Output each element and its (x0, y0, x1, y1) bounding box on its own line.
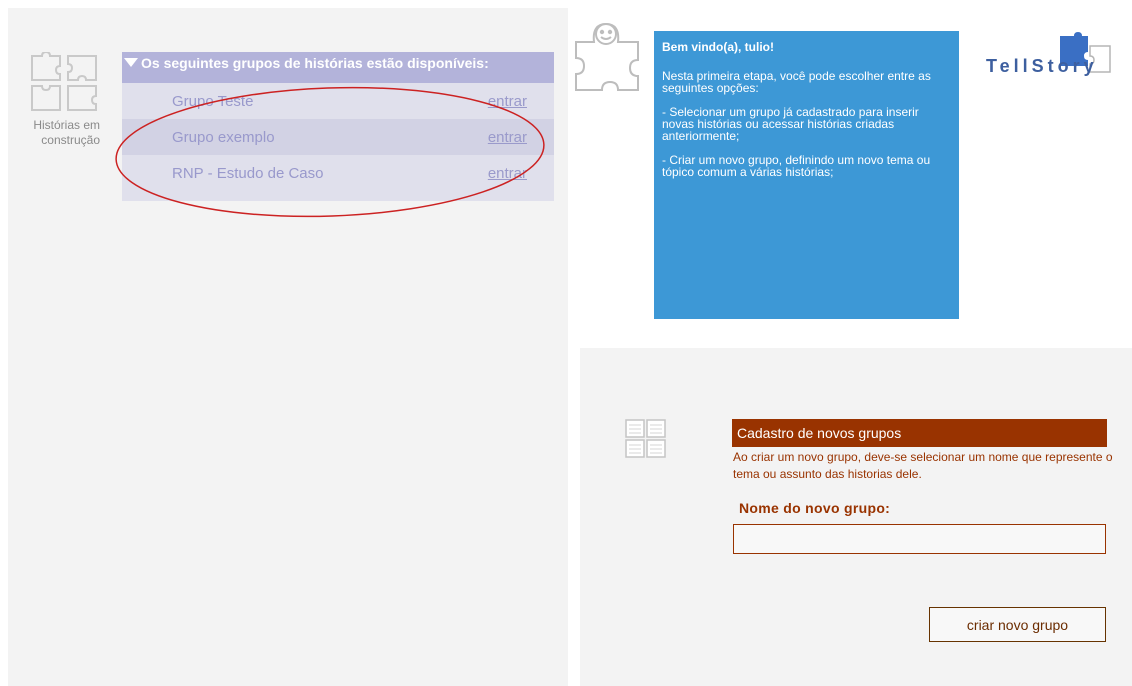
logo-text: TellStory (986, 56, 1098, 76)
group-name: Grupo Teste (172, 93, 254, 110)
group-row: Grupo Teste entrar (122, 83, 554, 119)
groups-list: Os seguintes grupos de histórias estão d… (122, 52, 554, 201)
group-enter-link[interactable]: entrar (488, 93, 527, 110)
groups-header: Os seguintes grupos de histórias estão d… (122, 52, 554, 83)
cadastro-title: Cadastro de novos grupos (732, 419, 1107, 447)
group-name-label: Nome do novo grupo: (739, 500, 891, 516)
group-name: Grupo exemplo (172, 129, 275, 146)
groups-header-label: Os seguintes grupos de histórias estão d… (141, 55, 489, 71)
group-name-input[interactable] (733, 524, 1106, 554)
caption-line-2: construção (41, 133, 100, 147)
welcome-option-1: - Selecionar um grupo já cadastrado para… (662, 105, 919, 143)
group-name: RNP - Estudo de Caso (172, 165, 324, 182)
grid-pages-icon (625, 419, 666, 458)
puzzle-pieces-icon (31, 52, 97, 111)
tellstory-logo: TellStory (982, 30, 1132, 90)
group-enter-link[interactable]: entrar (488, 165, 527, 182)
caption-line-1: Histórias em (33, 118, 100, 132)
welcome-box: Bem vindo(a), tulio! Nesta primeira etap… (654, 31, 959, 319)
create-group-button[interactable]: criar novo grupo (929, 607, 1106, 642)
historias-caption: Histórias em construção (8, 118, 100, 148)
group-row: Grupo exemplo entrar (122, 119, 554, 155)
welcome-greeting: Bem vindo(a), tulio! (662, 40, 774, 54)
group-row: RNP - Estudo de Caso entrar (122, 155, 554, 191)
cadastro-description: Ao criar um novo grupo, deve-se selecion… (733, 450, 1113, 481)
welcome-intro: Nesta primeira etapa, você pode escolher… (662, 69, 931, 95)
triangle-down-icon (124, 58, 138, 67)
smiley-puzzle-icon (575, 22, 639, 91)
group-enter-link[interactable]: entrar (488, 129, 527, 146)
welcome-option-2: - Criar um novo grupo, definindo um novo… (662, 153, 931, 179)
